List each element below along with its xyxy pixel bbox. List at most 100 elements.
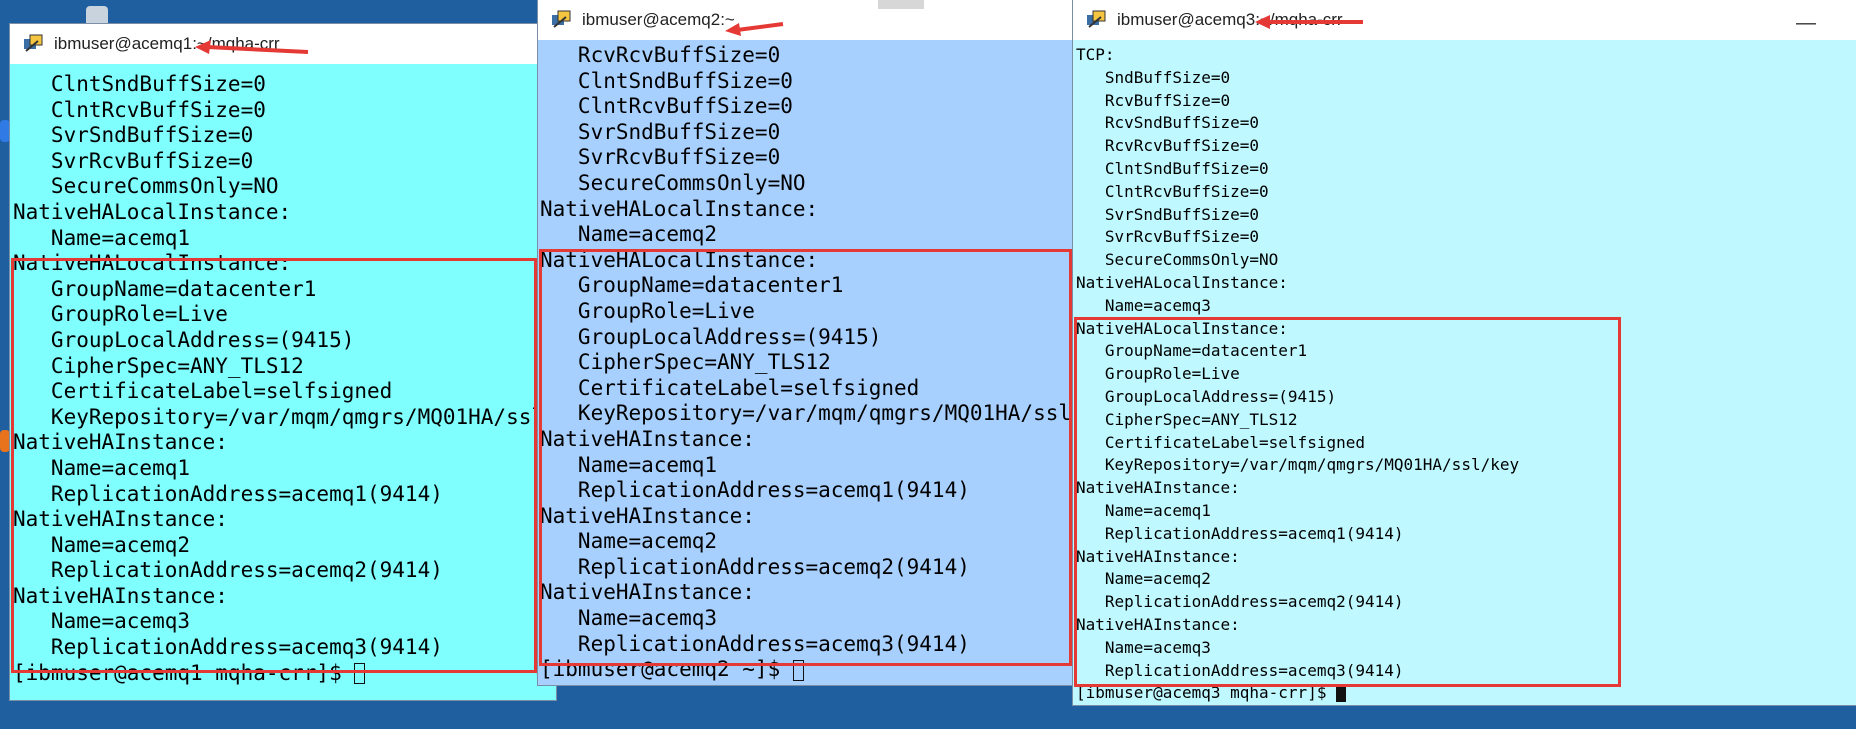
terminal-line: GroupLocalAddress=(9415) (13, 327, 355, 352)
terminal-line: ClntRcvBuffSize=0 (540, 94, 793, 119)
terminal-line: GroupLocalAddress=(9415) (1076, 386, 1337, 406)
minimize-button[interactable]: — (1796, 12, 1816, 35)
terminal-line: CipherSpec=ANY_TLS12 (13, 353, 304, 378)
terminal-line: ReplicationAddress=acemq1(9414) (540, 478, 970, 503)
terminal-window-acemq3[interactable]: ibmuser@acemq3:~/mqha-crr — TCP: SndBuff… (1073, 0, 1856, 705)
terminal-line: NativeHAInstance: (540, 580, 755, 605)
terminal-output[interactable]: RcvRcvBuffSize=0 ClntSndBuffSize=0 ClntR… (538, 43, 1076, 685)
terminal-line: RcvSndBuffSize=0 (1076, 113, 1260, 133)
prompt-text: [ibmuser@acemq2 ~]$ (540, 657, 793, 682)
terminal-line: CertificateLabel=selfsigned (540, 375, 920, 400)
window-title: ibmuser@acemq1:~/mqha-crr (54, 34, 280, 53)
terminal-line: ReplicationAddress=acemq1(9414) (13, 481, 443, 506)
terminal-line: KeyRepository=/var/mqm/qmgrs/MQ01HA/ssl/… (1076, 455, 1520, 475)
terminal-window-acemq1[interactable]: ibmuser@acemq1:~/mqha-crr ClntSndBuffSiz… (10, 24, 556, 700)
terminal-line: SndBuffSize=0 (1076, 67, 1231, 87)
terminal-line: NativeHAInstance: (1076, 614, 1240, 634)
terminal-line: Name=acemq2 (540, 222, 718, 247)
terminal-output[interactable]: ClntSndBuffSize=0 ClntRcvBuffSize=0 SvrS… (10, 72, 556, 700)
terminal-line: NativeHAInstance: (540, 426, 755, 451)
terminal-output[interactable]: TCP: SndBuffSize=0 RcvBuffSize=0 RcvSndB… (1073, 44, 1856, 705)
terminal-line: GroupName=datacenter1 (1076, 341, 1308, 361)
shell-prompt[interactable]: [ibmuser@acemq1 mqha-crr]$ (13, 661, 556, 687)
terminal-line: SvrRcvBuffSize=0 (13, 148, 254, 173)
terminal-line: RcvRcvBuffSize=0 (1076, 136, 1260, 156)
terminal-line: NativeHALocalInstance: (13, 251, 292, 276)
shell-prompt[interactable]: [ibmuser@acemq2 ~]$ (540, 657, 1076, 683)
putty-icon (1087, 10, 1106, 28)
terminal-line: ClntSndBuffSize=0 (540, 68, 793, 93)
terminal-line: ReplicationAddress=acemq2(9414) (13, 558, 443, 583)
terminal-line: Name=acemq1 (540, 452, 718, 477)
desktop-app-icon[interactable] (0, 430, 10, 452)
terminal-window-acemq2[interactable]: ibmuser@acemq2:~ RcvRcvBuffSize=0 ClntSn… (538, 0, 1076, 685)
text-cursor (354, 663, 366, 685)
terminal-line: ClntRcvBuffSize=0 (13, 97, 266, 122)
terminal-line: NativeHALocalInstance: (540, 196, 819, 221)
putty-icon (552, 10, 571, 28)
text-cursor (1336, 685, 1347, 703)
terminal-line: GroupLocalAddress=(9415) (540, 324, 882, 349)
scroll-up-button[interactable] (878, 0, 924, 9)
terminal-line: SvrSndBuffSize=0 (13, 123, 254, 148)
terminal-line: ReplicationAddress=acemq2(9414) (1076, 592, 1404, 612)
terminal-line: ReplicationAddress=acemq1(9414) (1076, 523, 1404, 543)
terminal-line: SvrRcvBuffSize=0 (540, 145, 781, 170)
terminal-line: SvrSndBuffSize=0 (540, 119, 781, 144)
terminal-line: RcvBuffSize=0 (1076, 90, 1231, 110)
terminal-line: CipherSpec=ANY_TLS12 (540, 350, 831, 375)
terminal-line: ReplicationAddress=acemq3(9414) (13, 635, 443, 660)
window-titlebar[interactable]: ibmuser@acemq1:~/mqha-crr (10, 24, 556, 64)
terminal-line: SvrSndBuffSize=0 (1076, 204, 1260, 224)
terminal-line: ClntSndBuffSize=0 (13, 72, 266, 96)
terminal-line: GroupRole=Live (13, 302, 228, 327)
terminal-line: CertificateLabel=selfsigned (13, 379, 393, 404)
window-title: ibmuser@acemq2:~ (582, 10, 735, 29)
window-title: ibmuser@acemq3:~/mqha-crr (1117, 10, 1343, 29)
terminal-line: NativeHALocalInstance: (1076, 272, 1288, 292)
terminal-line: Name=acemq2 (1076, 569, 1211, 589)
terminal-line: NativeHAInstance: (13, 507, 228, 532)
terminal-line: CertificateLabel=selfsigned (1076, 432, 1365, 452)
terminal-line: KeyRepository=/var/mqm/qmgrs/MQ01HA/ssl/… (13, 404, 556, 429)
terminal-line: NativeHAInstance: (540, 503, 755, 528)
terminal-line: ReplicationAddress=acemq3(9414) (540, 631, 970, 656)
terminal-line: SecureCommsOnly=NO (540, 170, 806, 195)
terminal-line: GroupRole=Live (1076, 364, 1240, 384)
terminal-line: NativeHAInstance: (1076, 478, 1240, 498)
terminal-line: NativeHALocalInstance: (540, 247, 819, 272)
desktop-app-icon[interactable] (0, 120, 10, 142)
terminal-line: SvrRcvBuffSize=0 (1076, 227, 1260, 247)
terminal-line: Name=acemq3 (13, 609, 191, 634)
terminal-line: ClntSndBuffSize=0 (1076, 158, 1269, 178)
terminal-line: NativeHALocalInstance: (1076, 318, 1288, 338)
terminal-line: ReplicationAddress=acemq2(9414) (540, 554, 970, 579)
shell-prompt[interactable]: [ibmuser@acemq3 mqha-crr]$ (1076, 682, 1856, 705)
prompt-text: [ibmuser@acemq3 mqha-crr]$ (1076, 683, 1337, 703)
terminal-line: NativeHAInstance: (13, 430, 228, 455)
putty-icon (24, 34, 43, 52)
terminal-line: GroupName=datacenter1 (540, 273, 844, 298)
terminal-line: Name=acemq3 (1076, 295, 1211, 315)
terminal-line: SecureCommsOnly=NO (13, 174, 279, 199)
terminal-line: Name=acemq2 (540, 529, 718, 554)
terminal-line: RcvRcvBuffSize=0 (540, 43, 781, 67)
terminal-line: ReplicationAddress=acemq3(9414) (1076, 660, 1404, 680)
terminal-line: CipherSpec=ANY_TLS12 (1076, 409, 1298, 429)
terminal-line: GroupName=datacenter1 (13, 276, 317, 301)
terminal-line: TCP: (1076, 45, 1115, 64)
prompt-text: [ibmuser@acemq1 mqha-crr]$ (13, 660, 355, 685)
terminal-line: NativeHALocalInstance: (13, 199, 292, 224)
window-titlebar[interactable]: ibmuser@acemq2:~ (538, 0, 1076, 40)
terminal-line: GroupRole=Live (540, 298, 755, 323)
terminal-line: Name=acemq1 (13, 455, 191, 480)
terminal-line: Name=acemq1 (13, 225, 191, 250)
text-cursor (792, 659, 804, 681)
terminal-line: Name=acemq1 (1076, 500, 1211, 520)
window-titlebar[interactable]: ibmuser@acemq3:~/mqha-crr — (1073, 0, 1856, 40)
terminal-line: ClntRcvBuffSize=0 (1076, 181, 1269, 201)
terminal-line: SecureCommsOnly=NO (1076, 250, 1279, 270)
terminal-line: KeyRepository=/var/mqm/qmgrs/MQ01HA/ssl/… (540, 401, 1076, 426)
terminal-line: Name=acemq3 (1076, 637, 1211, 657)
terminal-line: Name=acemq3 (540, 606, 718, 631)
